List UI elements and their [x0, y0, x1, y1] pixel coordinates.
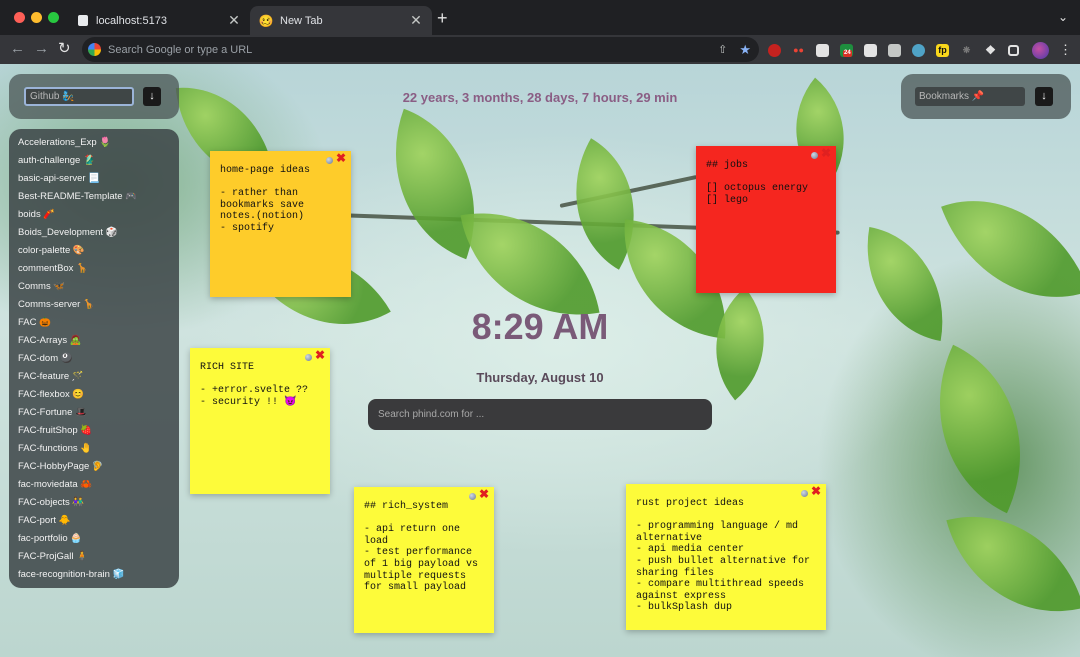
- note-close-icon[interactable]: ✖: [811, 485, 821, 498]
- note-close-icon[interactable]: ✖: [479, 488, 489, 501]
- repo-item[interactable]: FAC-flexbox 😊: [18, 388, 179, 406]
- repo-item[interactable]: Boids_Development 🎲: [18, 226, 179, 244]
- tab-manager-icon[interactable]: [816, 43, 829, 57]
- repo-item[interactable]: fac-moviedata 🦀: [18, 478, 179, 496]
- repo-item[interactable]: FAC-functions 🤚: [18, 442, 179, 460]
- tab-title: New Tab: [280, 14, 323, 27]
- sticky-note[interactable]: ✖ RICH SITE - +error.svelte ?? - securit…: [190, 348, 330, 494]
- window-close-button[interactable]: [14, 12, 25, 23]
- window-minimize-button[interactable]: [31, 12, 42, 23]
- tab-localhost[interactable]: localhost:5173 ✕: [68, 6, 250, 35]
- note-text[interactable]: ## rich_system - api return one load - t…: [364, 501, 484, 594]
- note-color-icon[interactable]: [801, 490, 808, 497]
- sidebar-icon[interactable]: [1008, 44, 1019, 56]
- note-text[interactable]: rust project ideas - programming languag…: [636, 498, 816, 614]
- tab-close-icon[interactable]: ✕: [408, 12, 424, 29]
- reload-icon[interactable]: ↻: [58, 39, 71, 59]
- clock: 8:29 AM: [471, 306, 609, 347]
- repo-item[interactable]: boids 🧨: [18, 208, 179, 226]
- note-color-icon[interactable]: [326, 157, 333, 164]
- sticky-note[interactable]: ✖ rust project ideas - programming langu…: [626, 484, 826, 630]
- repo-item[interactable]: commentBox 🦒: [18, 262, 179, 280]
- repo-item[interactable]: Best-README-Template 🎮: [18, 190, 179, 208]
- forward-arrow-icon[interactable]: →: [34, 39, 49, 59]
- page-icon: [78, 15, 88, 26]
- date: Thursday, August 10: [476, 370, 604, 385]
- note-close-icon[interactable]: ✖: [821, 147, 831, 160]
- repo-list: Accelerations_Exp 🌷 auth-challenge 🥻 basic…: [9, 129, 179, 586]
- dark-reader-icon[interactable]: [864, 43, 877, 57]
- notification-icon[interactable]: 24: [840, 43, 853, 57]
- sticky-note[interactable]: ✖ ## rich_system - api return one load -…: [354, 487, 494, 633]
- note-text[interactable]: ## jobs [] octopus energy [] lego: [706, 160, 826, 206]
- sticky-note[interactable]: ✖ home-page ideas - rather than bookmark…: [210, 151, 351, 297]
- bookmark-star-icon[interactable]: ★: [739, 42, 751, 58]
- repo-item[interactable]: FAC-objects 👫: [18, 496, 179, 514]
- repo-item[interactable]: color-palette 🎨: [18, 244, 179, 262]
- phind-search-input[interactable]: Search phind.com for ...: [368, 399, 712, 430]
- glasses-icon[interactable]: ●●: [792, 43, 805, 57]
- repo-item[interactable]: face-recognition-brain 🧊: [18, 568, 179, 586]
- repo-item[interactable]: Accelerations_Exp 🌷: [18, 136, 179, 154]
- new-tab-button[interactable]: +: [437, 9, 448, 27]
- extensions-bar: ●● 24 fp ❋ ❖ ⋮: [768, 40, 1072, 60]
- repo-item[interactable]: FAC-ProjGall 🧍: [18, 550, 179, 568]
- repo-item[interactable]: FAC-port 🐥: [18, 514, 179, 532]
- share-icon[interactable]: ⇧: [718, 43, 727, 56]
- repo-list-panel: Accelerations_Exp 🌷 auth-challenge 🥻 basic…: [9, 129, 179, 588]
- note-text[interactable]: RICH SITE - +error.svelte ?? - security …: [200, 362, 320, 408]
- browser-toolbar: ← → ↻ Search Google or type a URL ⇧ ★ ●●…: [0, 35, 1080, 64]
- repo-item[interactable]: FAC-HobbyPage 🦻: [18, 460, 179, 478]
- note-close-icon[interactable]: ✖: [315, 349, 325, 362]
- tab-search-chevron-icon[interactable]: ⌄: [1058, 10, 1068, 24]
- tab-new-tab[interactable]: 🥴 New Tab ✕: [250, 6, 432, 35]
- tab-title: localhost:5173: [96, 14, 167, 27]
- new-tab-page: Github 🧞 ↓ Bookmarks 📌 ↓ Accelerations_E…: [0, 64, 1080, 657]
- note-close-icon[interactable]: ✖: [336, 152, 346, 165]
- tab-close-icon[interactable]: ✕: [226, 12, 242, 29]
- countdown-text: 22 years, 3 months, 28 days, 7 hours, 29…: [402, 90, 678, 105]
- note-color-icon[interactable]: [811, 152, 818, 159]
- note-text[interactable]: home-page ideas - rather than bookmarks …: [220, 165, 341, 235]
- repo-item[interactable]: basic-api-server 📃: [18, 172, 179, 190]
- globe-icon[interactable]: [912, 43, 925, 57]
- puzzle-icon[interactable]: ❖: [984, 43, 997, 57]
- note-color-icon[interactable]: [469, 493, 476, 500]
- address-bar[interactable]: Search Google or type a URL ⇧ ★: [82, 37, 759, 62]
- google-icon: [88, 43, 101, 56]
- note-color-icon[interactable]: [305, 354, 312, 361]
- repo-item[interactable]: FAC-fruitShop 🍓: [18, 424, 179, 442]
- back-arrow-icon[interactable]: ←: [10, 39, 25, 59]
- address-bar-placeholder: Search Google or type a URL: [108, 43, 253, 56]
- smiley-icon: 🥴: [258, 13, 274, 28]
- fp-icon[interactable]: fp: [936, 43, 949, 57]
- repo-item[interactable]: fac-portfolio 🧁: [18, 532, 179, 550]
- repo-item[interactable]: FAC-dom 🎱: [18, 352, 179, 370]
- window-zoom-button[interactable]: [48, 12, 59, 23]
- profile-avatar[interactable]: [1032, 41, 1049, 59]
- extension-badge: 24: [843, 49, 852, 57]
- bug-icon[interactable]: ❋: [960, 43, 973, 57]
- ublock-icon[interactable]: [768, 43, 781, 57]
- repo-item[interactable]: FAC-Fortune 🎩: [18, 406, 179, 424]
- tab-bar: localhost:5173 ✕ 🥴 New Tab ✕ + ⌄: [0, 0, 1080, 35]
- sticky-note[interactable]: ✖ ## jobs [] octopus energy [] lego: [696, 146, 836, 293]
- repo-item[interactable]: auth-challenge 🥻: [18, 154, 179, 172]
- menu-kebab-icon[interactable]: ⋮: [1059, 42, 1072, 58]
- repo-item[interactable]: Comms 🦋: [18, 280, 179, 298]
- screenshot-icon[interactable]: [888, 43, 901, 57]
